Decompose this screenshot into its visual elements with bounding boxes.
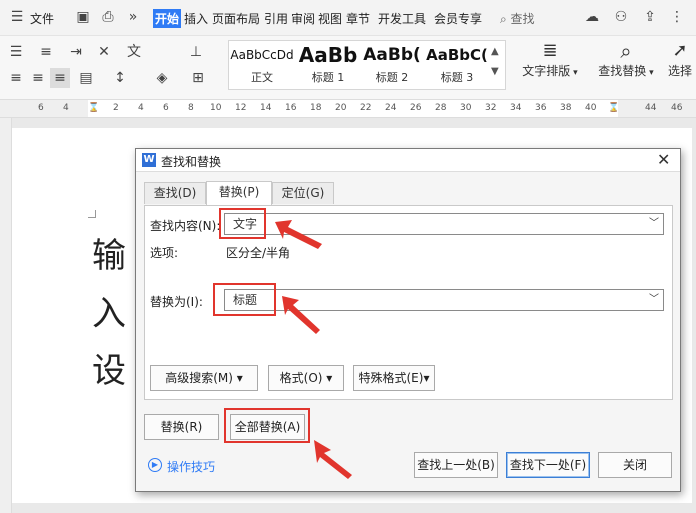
arrow-to-find-value <box>275 220 322 249</box>
arrow-to-replace-value <box>282 296 320 334</box>
arrow-to-replace-all <box>314 440 352 479</box>
annotation-arrows <box>275 220 352 479</box>
